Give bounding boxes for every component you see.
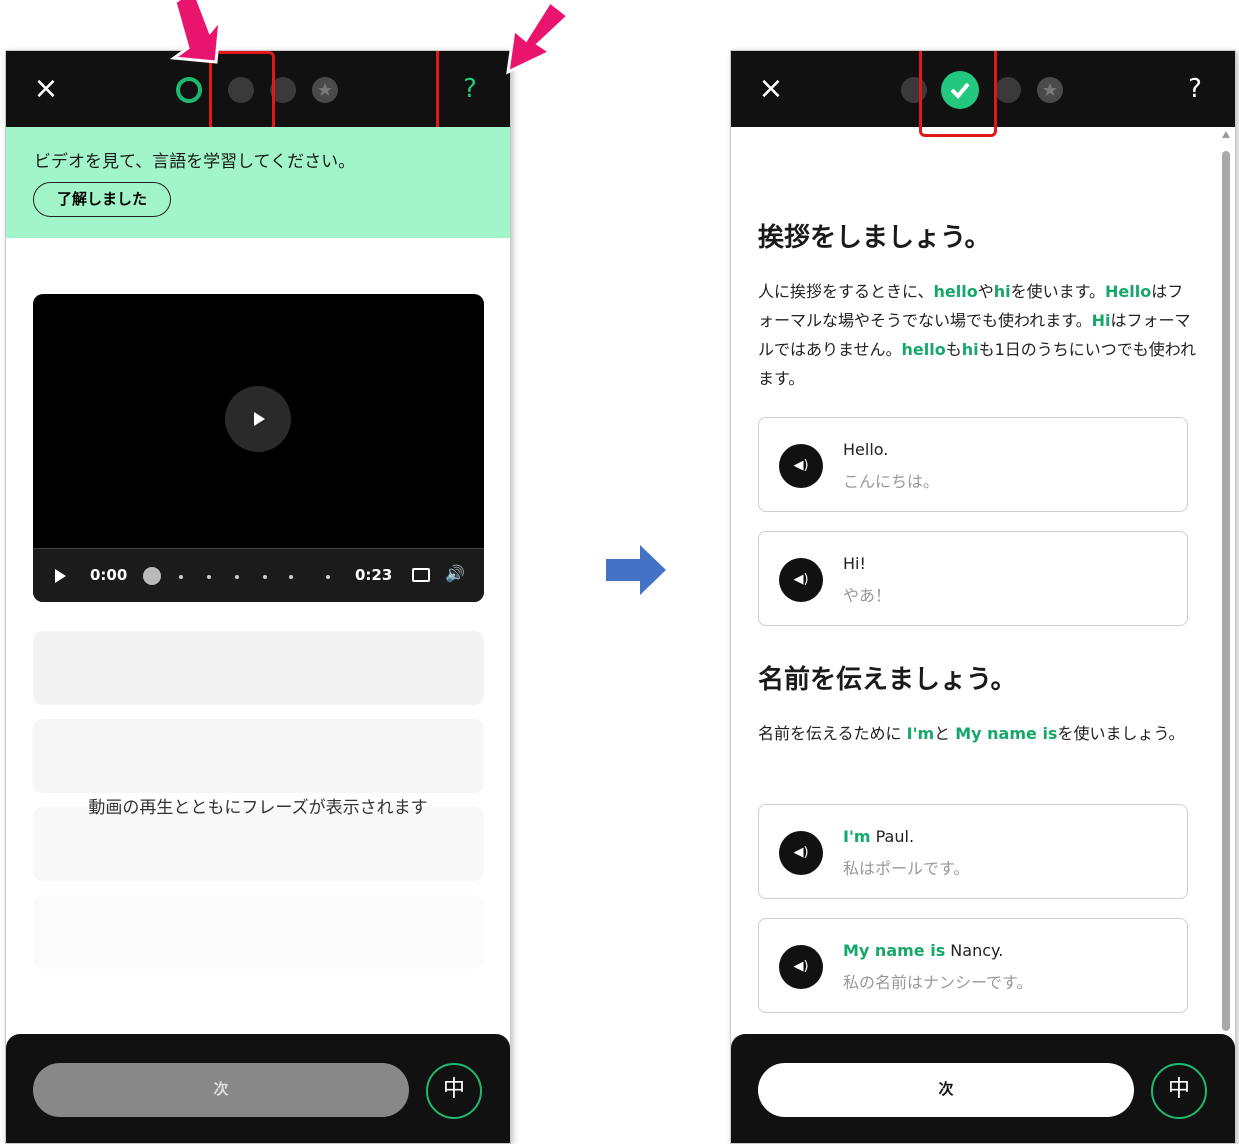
paragraph-text: 人に挨拶をするときに、 xyxy=(758,282,934,301)
video-controls: 0:00 0:23 🔊 xyxy=(33,548,484,602)
paragraph-text: 名前を伝えるために xyxy=(758,724,907,743)
seek-tick xyxy=(263,575,267,579)
scroll-up-icon[interactable] xyxy=(1222,131,1230,138)
paragraph-text: や xyxy=(977,282,994,301)
phrase-card: ◀) Hi! やあ！ xyxy=(758,531,1188,626)
paragraph-text: と xyxy=(934,724,956,743)
keyword-highlight: hi xyxy=(993,282,1011,301)
phrase-placeholder xyxy=(33,807,484,881)
video-player[interactable]: 0:00 0:23 🔊 xyxy=(33,294,484,602)
duration: 0:23 xyxy=(355,566,393,584)
phrase-english: Hi! xyxy=(843,554,866,573)
scrollbar[interactable] xyxy=(1221,131,1231,1031)
paragraph-text: を使いましょう。 xyxy=(1057,724,1185,743)
seek-tick xyxy=(326,575,330,579)
play-icon[interactable] xyxy=(225,386,291,452)
close-icon[interactable]: × xyxy=(753,71,789,107)
progress-step-3 xyxy=(995,77,1021,103)
audio-icon[interactable]: ◀) xyxy=(779,558,823,602)
keyword-highlight: Hello xyxy=(1105,282,1152,301)
bottom-bar: 次 中 xyxy=(731,1034,1235,1143)
language-icon[interactable]: 中 xyxy=(1151,1063,1207,1119)
audio-icon[interactable]: ◀) xyxy=(779,831,823,875)
tip-banner: ビデオを見て、言語を学習してください。 了解しました xyxy=(6,127,510,238)
paragraph-text: を使います。 xyxy=(1010,282,1106,301)
phrase-english: My name is Nancy. xyxy=(843,941,1004,960)
next-button[interactable]: 次 xyxy=(758,1063,1134,1117)
phrase-note: 動画の再生とともにフレーズが表示されます xyxy=(88,798,428,818)
pointer-arrow-icon xyxy=(506,0,571,75)
audio-icon[interactable]: ◀) xyxy=(779,945,823,989)
pointer-arrow-icon xyxy=(169,0,222,64)
phrase-card: ◀) Hello. こんにちは。 xyxy=(758,417,1188,512)
keyword-highlight: hello xyxy=(901,340,946,359)
captions-icon[interactable] xyxy=(412,568,430,582)
keyword-highlight: Hi xyxy=(1091,311,1111,330)
highlight-progress-step xyxy=(919,51,997,137)
phrase-japanese: やあ！ xyxy=(843,586,892,605)
tip-text: ビデオを見て、言語を学習してください。 xyxy=(34,152,356,172)
progress-step-final-star-icon xyxy=(312,77,338,103)
help-icon[interactable]: ? xyxy=(1177,71,1213,107)
screen-after: × ? 挨拶をしましょう。 人に挨拶をするときに、helloやhiを使います。H… xyxy=(730,50,1236,1144)
paragraph-text: も xyxy=(945,340,962,359)
keyword-highlight: hi xyxy=(961,340,979,359)
close-icon[interactable]: × xyxy=(28,71,64,107)
phrase-placeholder xyxy=(33,719,484,793)
got-it-button[interactable]: 了解しました xyxy=(33,182,171,217)
phrase-japanese: 私はポールです。 xyxy=(843,859,970,878)
phrase-card: ◀) I'm Paul. 私はポールです。 xyxy=(758,804,1188,899)
progress-step-current xyxy=(176,77,202,103)
phrase-english: I'm Paul. xyxy=(843,827,915,846)
phrase-english: Hello. xyxy=(843,440,889,459)
section-heading: 挨拶をしましょう。 xyxy=(758,223,991,253)
keyword-highlight: My name is xyxy=(955,724,1058,743)
seek-tick xyxy=(289,575,293,579)
phrase-card: ◀) My name is Nancy. 私の名前はナンシーです。 xyxy=(758,918,1188,1013)
keyword-highlight: I'm xyxy=(906,724,935,743)
scroll-thumb[interactable] xyxy=(1222,151,1230,1031)
section-paragraph: 名前を伝えるために I'mと My name isを使いましょう。 xyxy=(758,719,1198,748)
progress-step-final-star-icon xyxy=(1037,77,1063,103)
phrase-japanese: 私の名前はナンシーです。 xyxy=(843,973,1033,992)
seek-slider[interactable] xyxy=(143,567,161,585)
bottom-bar: 次 中 xyxy=(6,1034,510,1143)
section-paragraph: 人に挨拶をするときに、helloやhiを使います。Helloはフォーマルな場やそ… xyxy=(758,277,1198,393)
section-heading: 名前を伝えましょう。 xyxy=(758,665,1017,695)
seek-tick xyxy=(235,575,239,579)
language-icon[interactable]: 中 xyxy=(426,1063,482,1119)
screen-before: × ? ビデオを見て、言語を学習してください。 了解しました 0:00 0:23… xyxy=(5,50,511,1144)
next-button[interactable]: 次 xyxy=(33,1063,409,1117)
seek-tick xyxy=(179,575,183,579)
phrase-placeholder xyxy=(33,631,484,705)
current-time: 0:00 xyxy=(90,566,128,584)
volume-icon[interactable]: 🔊 xyxy=(445,564,465,583)
next-arrow-icon xyxy=(606,545,666,595)
phrase-japanese: こんにちは。 xyxy=(843,472,940,491)
phrase-placeholder xyxy=(33,895,484,969)
seek-tick xyxy=(207,575,211,579)
keyword-highlight: hello xyxy=(933,282,978,301)
audio-icon[interactable]: ◀) xyxy=(779,444,823,488)
play-icon[interactable] xyxy=(55,569,66,583)
